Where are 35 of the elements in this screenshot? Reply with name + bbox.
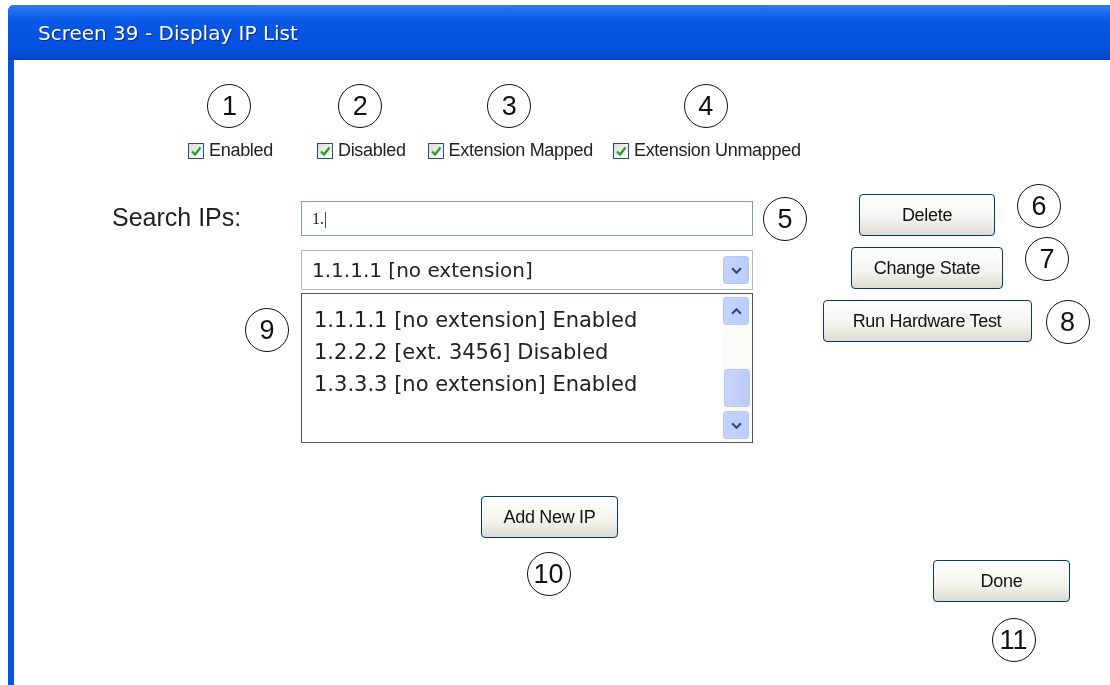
action-button[interactable]: Run Hardware Test xyxy=(822,300,1032,342)
scrollbar[interactable] xyxy=(722,294,752,442)
callout-number: 3 xyxy=(487,84,532,128)
callout-number: 9 xyxy=(245,308,289,352)
action-button[interactable]: Delete xyxy=(859,194,995,236)
callout-number: 4 xyxy=(683,84,728,128)
window-title: Screen 39 - Display IP List xyxy=(38,20,298,45)
add-ip-button[interactable]: Add New IP xyxy=(481,496,618,538)
ip-list-item[interactable]: 1.1.1.1 [no extension] Enabled xyxy=(314,304,710,336)
search-label: Search IPs: xyxy=(112,202,243,232)
checkbox-label: Enabled xyxy=(209,140,273,161)
callout-number: 6 xyxy=(1017,184,1061,228)
checkbox[interactable] xyxy=(316,142,333,159)
callout-number: 1 xyxy=(207,84,252,128)
callout-number: 2 xyxy=(338,84,383,128)
callout-number: 11 xyxy=(991,618,1036,662)
checkbox[interactable] xyxy=(612,142,629,159)
scroll-thumb[interactable] xyxy=(724,369,750,407)
action-button[interactable]: Change State xyxy=(851,247,1003,289)
callout-number: 7 xyxy=(1025,237,1069,281)
ip-list-item[interactable]: 1.2.2.2 [ext. 3456] Disabled xyxy=(314,336,710,368)
checkbox[interactable] xyxy=(427,142,444,159)
callout-number: 10 xyxy=(526,552,571,596)
callout-number: 8 xyxy=(1045,300,1090,344)
checkbox-label: Extension Mapped xyxy=(448,140,593,161)
scroll-down-icon[interactable] xyxy=(723,411,749,439)
ip-dropdown[interactable]: 1.1.1.1 [no extension] xyxy=(301,250,753,290)
search-field[interactable]: 1.| xyxy=(301,201,753,236)
checkbox-label: Extension Unmapped xyxy=(633,140,801,161)
done-button[interactable]: Done xyxy=(933,560,1070,602)
checkbox[interactable] xyxy=(188,142,204,159)
scroll-up-icon[interactable] xyxy=(723,297,749,325)
checkbox-label: Disabled xyxy=(337,140,406,161)
ip-list-item[interactable]: 1.3.3.3 [no extension] Enabled xyxy=(314,368,710,400)
callout-number: 5 xyxy=(763,197,807,241)
